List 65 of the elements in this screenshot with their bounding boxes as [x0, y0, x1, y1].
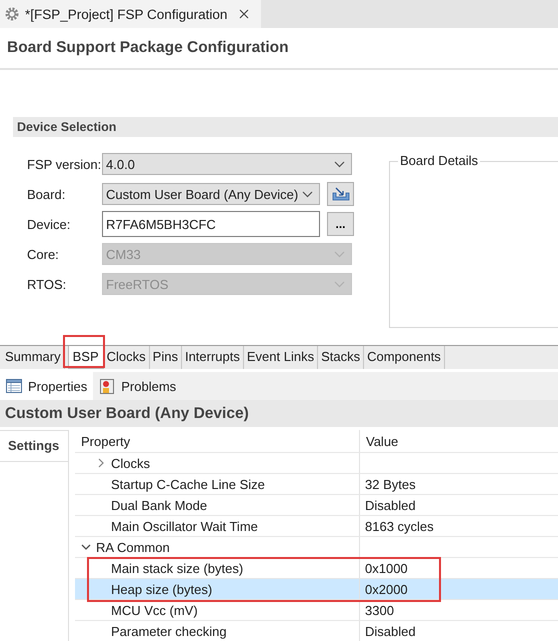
- property-name: Startup C-Cache Line Size: [111, 476, 265, 492]
- column-header: Value: [365, 432, 400, 450]
- tab[interactable]: Event Links: [244, 346, 318, 369]
- table-icon: [6, 379, 22, 393]
- tab[interactable]: Summary: [2, 346, 65, 369]
- dropdown[interactable]: 4.0.0: [102, 153, 352, 175]
- property-name: Clocks: [111, 456, 150, 470]
- property-name: RA Common: [96, 540, 170, 554]
- panel-title: Custom User Board (Any Device): [0, 400, 558, 427]
- tree-row[interactable]: Startup C-Cache Line Size 32 Bytes: [75, 474, 558, 495]
- property-value: 0x1000: [365, 560, 408, 576]
- field-label: RTOS:: [27, 276, 68, 292]
- tree-row[interactable]: MCU Vcc (mV) 3300: [75, 600, 558, 621]
- input-field[interactable]: R7FA6M5BH3CFC: [102, 211, 320, 237]
- chevron-down-icon: [334, 250, 345, 258]
- property-value: 3300: [365, 602, 394, 618]
- column-header: Property: [75, 430, 360, 452]
- tree-row[interactable]: Heap size (bytes) 0x2000: [75, 579, 558, 600]
- dropdown: CM33: [102, 243, 352, 265]
- tree-row[interactable]: RA Common: [75, 537, 558, 558]
- side-tab[interactable]: Settings: [0, 430, 68, 462]
- group-title: Board Details: [398, 154, 480, 168]
- tab[interactable]: Interrupts: [182, 346, 244, 369]
- tab[interactable]: BSP: [68, 346, 104, 369]
- field-label: Device:: [27, 216, 72, 232]
- browse-button[interactable]: ...: [327, 212, 354, 236]
- dropdown[interactable]: Custom User Board (Any Device): [102, 183, 320, 205]
- tray-arrow-icon: [332, 187, 350, 201]
- tree-row[interactable]: Main Oscillator Wait Time 8163 cycles: [75, 516, 558, 537]
- property-value: Disabled: [365, 624, 416, 638]
- import-button[interactable]: [327, 182, 354, 206]
- property-name: Parameter checking: [111, 624, 227, 638]
- property-value: 8163 cycles: [365, 518, 434, 534]
- editor-tab[interactable]: *[FSP_Project] FSP Configuration: [0, 0, 262, 28]
- view-tab[interactable]: Properties: [0, 372, 94, 400]
- section-header: Device Selection: [13, 117, 558, 137]
- dropdown: FreeRTOS: [102, 273, 352, 295]
- tree-row[interactable]: Clocks: [75, 453, 558, 474]
- tab[interactable]: Pins: [150, 346, 182, 369]
- property-name: Main Oscillator Wait Time: [111, 518, 258, 534]
- property-name: MCU Vcc (mV): [111, 602, 198, 618]
- tab[interactable]: Clocks: [104, 346, 150, 369]
- close-icon[interactable]: [239, 9, 250, 19]
- gear-icon: [5, 7, 19, 21]
- property-name: Dual Bank Mode: [111, 498, 208, 512]
- field-label: Board:: [27, 186, 66, 202]
- field-label: Core:: [27, 246, 60, 262]
- property-name: Heap size (bytes): [111, 582, 212, 596]
- page-title: Board Support Package Configuration: [7, 39, 289, 57]
- chevron-down-icon: [334, 160, 345, 168]
- property-value: 32 Bytes: [365, 476, 416, 492]
- property-name: Main stack size (bytes): [111, 560, 244, 576]
- chevron-down-icon: [81, 542, 91, 552]
- chevron-down-icon: [334, 280, 345, 288]
- chevron-down-icon: [302, 190, 313, 198]
- tab[interactable]: Components: [364, 346, 445, 369]
- chevron-right-icon: [96, 458, 106, 468]
- clipboard-icon: [99, 378, 116, 394]
- property-value: Disabled: [365, 498, 416, 512]
- property-value: 0x2000: [365, 582, 408, 596]
- tab[interactable]: Stacks: [318, 346, 364, 369]
- view-tab[interactable]: Problems: [93, 372, 182, 400]
- field-label: FSP version:: [27, 156, 102, 172]
- tree-row[interactable]: Dual Bank Mode Disabled: [75, 495, 558, 516]
- tree-row[interactable]: Parameter checking Disabled: [75, 621, 558, 641]
